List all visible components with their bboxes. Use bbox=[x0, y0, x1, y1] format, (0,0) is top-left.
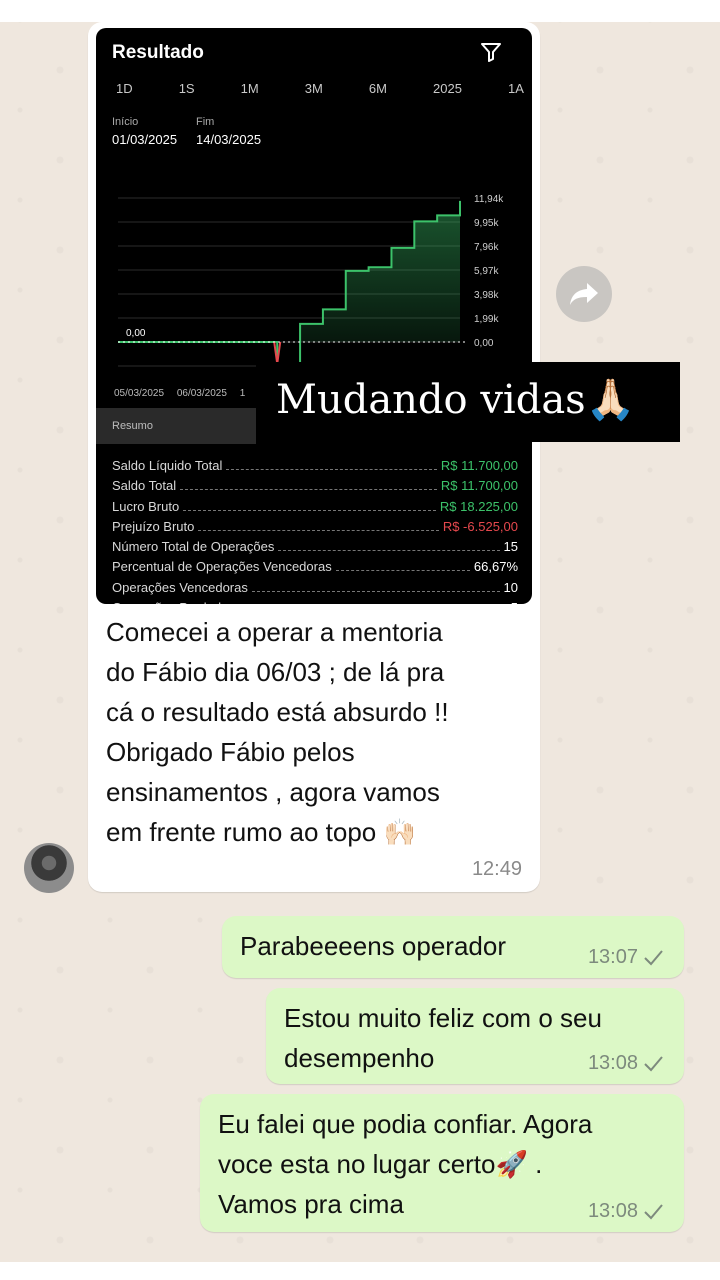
y-tick-label: 3,98k bbox=[474, 290, 499, 301]
outgoing-line: voce esta no lugar certo🚀 . bbox=[218, 1149, 543, 1179]
period-tab-3m[interactable]: 3M bbox=[305, 81, 323, 96]
stat-label: Operações Vencedoras bbox=[112, 579, 248, 595]
stat-row: Saldo Líquido Total R$ 11.700,00 bbox=[112, 458, 518, 478]
stat-value: R$ 11.700,00 bbox=[440, 458, 518, 473]
period-tab-1d[interactable]: 1D bbox=[116, 81, 133, 96]
stat-row: Operações Perdedoras 5 bbox=[112, 600, 518, 604]
outgoing-message-text: Eu falei que podia confiar. Agora voce e… bbox=[218, 1104, 592, 1224]
incoming-line: Comecei a operar a mentoria bbox=[106, 617, 443, 647]
outgoing-line: Vamos pra cima bbox=[218, 1189, 404, 1219]
x-date: 05/03/2025 bbox=[114, 388, 165, 399]
incoming-line: Obrigado Fábio pelos bbox=[106, 737, 355, 767]
stat-label: Operações Perdedoras bbox=[112, 600, 246, 604]
stat-value: 15 bbox=[503, 539, 518, 555]
outgoing-message-time: 13:08 bbox=[587, 1200, 638, 1222]
stat-label: Percentual de Operações Vencedoras bbox=[112, 559, 332, 575]
summary-stats: Saldo Líquido Total R$ 11.700,00 Saldo Tot… bbox=[112, 458, 518, 604]
stat-leader-dots bbox=[180, 489, 437, 491]
outgoing-message-text: Parabeeeens operador bbox=[240, 931, 506, 961]
sent-check-icon bbox=[644, 950, 663, 966]
outgoing-message-text: Estou muito feliz com o seu desempenho bbox=[284, 998, 602, 1078]
period-tab-1s[interactable]: 1S bbox=[179, 81, 195, 96]
y-tick-label: 1,99k bbox=[474, 314, 499, 325]
stat-leader-dots bbox=[226, 469, 437, 470]
end-date: 14/03/2025 bbox=[196, 132, 262, 147]
outgoing-message-bubble[interactable]: Eu falei que podia confiar. Agora voce e… bbox=[200, 1094, 684, 1232]
stat-leader-dots bbox=[251, 590, 500, 592]
outgoing-message-time: 13:07 bbox=[587, 946, 638, 968]
stat-label: Prejuízo Bruto bbox=[112, 518, 195, 534]
incoming-message-bubble[interactable]: Resultado 1D 1S 1M 3M 6M 2025 1A Início … bbox=[88, 22, 540, 892]
y-tick-label: 11,94k bbox=[474, 194, 504, 205]
result-title: Resultado bbox=[112, 42, 204, 63]
period-tab-2025[interactable]: 2025 bbox=[433, 81, 462, 96]
stat-label: Saldo Líquido Total bbox=[112, 458, 223, 473]
end-label: Fim bbox=[196, 116, 215, 128]
outgoing-message-bubble[interactable]: Parabeeeens operador 13:07 bbox=[222, 916, 684, 978]
stat-value: R$ -6.525,00 bbox=[442, 518, 518, 534]
sender-avatar[interactable] bbox=[24, 843, 74, 893]
x-axis-dates: 05/03/2025 06/03/2025 1 bbox=[114, 388, 255, 399]
x-date: 06/03/2025 bbox=[176, 388, 227, 399]
stat-leader-dots bbox=[335, 570, 470, 572]
outgoing-message-bubble[interactable]: Estou muito feliz com o seu desempenho 1… bbox=[266, 988, 684, 1084]
sent-check-icon bbox=[644, 1204, 663, 1220]
period-tab-6m[interactable]: 6M bbox=[369, 81, 387, 96]
period-tabs: 1D 1S 1M 3M 6M 2025 1A bbox=[116, 81, 524, 96]
start-label: Início bbox=[112, 116, 139, 128]
period-tab-1m[interactable]: 1M bbox=[241, 81, 259, 96]
incoming-line: ensinamentos , agora vamos bbox=[106, 777, 440, 807]
caption-overlay: Mudando vidas🙏🏻 bbox=[256, 362, 680, 442]
outgoing-line: desempenho bbox=[284, 1043, 435, 1073]
outgoing-line: Estou muito feliz com o seu bbox=[284, 1003, 602, 1033]
incoming-line: cá o resultado está absurdo !! bbox=[106, 697, 449, 727]
forward-icon bbox=[570, 283, 598, 305]
zero-value-label: 0,00 bbox=[126, 328, 146, 339]
y-tick-label: 0,00 bbox=[474, 338, 494, 349]
stat-label: Saldo Total bbox=[112, 478, 177, 494]
start-date: 01/03/2025 bbox=[112, 132, 178, 147]
stat-label: Lucro Bruto bbox=[112, 498, 180, 514]
outgoing-line: Eu falei que podia confiar. Agora bbox=[218, 1109, 593, 1139]
stat-label: Número Total de Operações bbox=[112, 539, 275, 555]
stat-leader-dots bbox=[278, 550, 500, 552]
incoming-line: do Fábio dia 06/03 ; de lá pra bbox=[106, 657, 445, 687]
equity-chart: 0,00 11,94k 9,95k 7,96k 5,97k 3,98k 1,99k 0,00… bbox=[118, 194, 504, 373]
y-tick-label: 7,96k bbox=[474, 242, 499, 253]
stat-leader-dots bbox=[183, 509, 436, 511]
y-tick-label: 9,95k bbox=[474, 218, 499, 229]
stat-row: Percentual de Operações Vencedoras 66,67% bbox=[112, 559, 518, 579]
summary-tab[interactable]: Resumo bbox=[96, 408, 256, 444]
stat-leader-dots bbox=[198, 529, 439, 531]
filter-icon bbox=[481, 43, 501, 62]
sent-check-icon bbox=[644, 1056, 663, 1072]
stat-row: Lucro Bruto R$ 18.225,00 bbox=[112, 499, 518, 519]
incoming-message-text: Comecei a operar a mentoria do Fábio dia … bbox=[106, 612, 526, 852]
stat-value: 5 bbox=[511, 600, 518, 604]
bottom-strip bbox=[0, 1262, 720, 1280]
x-date: 1 bbox=[239, 388, 246, 399]
stat-value: 10 bbox=[503, 579, 518, 595]
period-tab-1a[interactable]: 1A bbox=[508, 81, 524, 96]
y-tick-label: 5,97k bbox=[474, 266, 499, 277]
top-strip bbox=[0, 0, 720, 22]
stat-row: Operações Vencedoras 10 bbox=[112, 580, 518, 600]
incoming-message-time: 12:49 bbox=[471, 858, 522, 880]
stat-value: R$ 11.700,00 bbox=[440, 478, 518, 494]
forward-button[interactable] bbox=[556, 266, 612, 322]
incoming-line: em frente rumo ao topo 🙌🏻 bbox=[106, 817, 416, 847]
stat-row: Número Total de Operações 15 bbox=[112, 539, 518, 559]
stat-value: 66,67% bbox=[473, 559, 518, 575]
stat-row: Saldo Total R$ 11.700,00 bbox=[112, 478, 518, 498]
stat-row: Prejuízo Bruto R$ -6.525,00 bbox=[112, 519, 518, 539]
outgoing-message-time: 13:08 bbox=[587, 1052, 638, 1074]
stat-value: R$ 18.225,00 bbox=[439, 498, 518, 514]
trading-result-screenshot[interactable]: Resultado 1D 1S 1M 3M 6M 2025 1A Início … bbox=[96, 28, 532, 604]
